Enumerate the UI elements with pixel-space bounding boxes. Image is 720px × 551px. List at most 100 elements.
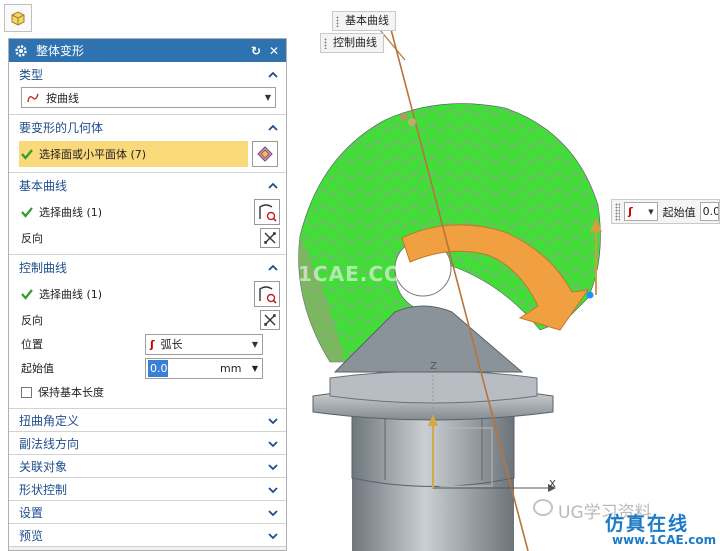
select-faces-button[interactable] bbox=[252, 141, 278, 167]
reverse-direction-icon bbox=[264, 314, 276, 326]
dialog-title-bar[interactable]: 整体变形 ↻ ✕ bbox=[9, 39, 286, 62]
start-value-handle-box: ʃ ▼ 起始值 0.0 bbox=[611, 199, 720, 224]
facet-body-icon bbox=[257, 146, 273, 162]
collapsed-group-title: 关联对象 bbox=[19, 460, 68, 474]
check-icon bbox=[21, 207, 33, 218]
center-watermark: 1CAE.COM bbox=[298, 262, 423, 286]
dropdown-arrow-icon: ▼ bbox=[264, 93, 271, 102]
cube-icon bbox=[11, 11, 25, 26]
position-select[interactable]: ʃ 弧长 ▼ bbox=[145, 333, 263, 355]
control-reverse-button[interactable] bbox=[260, 310, 280, 330]
arc-length-icon: ʃ bbox=[150, 337, 155, 351]
collapsed-groups: 扭曲角定义副法线方向关联对象形状控制设置预览 bbox=[9, 409, 286, 547]
curve-type-icon bbox=[27, 93, 39, 102]
control-reverse-row: 反向 bbox=[9, 308, 286, 332]
collapsed-group-header[interactable]: 设置 bbox=[9, 501, 286, 524]
group-type-header[interactable]: 类型 bbox=[9, 62, 286, 87]
basic-reverse-row: 反向 bbox=[9, 226, 286, 250]
dropdown-arrow-icon: ▼ bbox=[251, 339, 258, 349]
collapsed-group-title: 预览 bbox=[19, 529, 44, 543]
control-select-curve-button[interactable] bbox=[254, 281, 280, 307]
group-type: 类型 按曲线 ▼ bbox=[9, 62, 286, 115]
position-row: 位置 ʃ 弧长 ▼ bbox=[9, 332, 286, 356]
collapsed-group-header[interactable]: 关联对象 bbox=[9, 455, 286, 478]
group-basic-curve-title: 基本曲线 bbox=[19, 179, 68, 193]
group-geometry-header[interactable]: 要变形的几何体 bbox=[9, 115, 286, 140]
chevron-down-icon bbox=[268, 440, 278, 447]
chevron-up-icon bbox=[268, 71, 278, 78]
position-label: 位置 bbox=[21, 338, 43, 351]
keep-length-row[interactable]: 保持基本长度 bbox=[9, 380, 286, 404]
start-value-unit: mm bbox=[220, 361, 242, 375]
unit-dropdown-arrow-icon[interactable]: ▼ bbox=[252, 364, 258, 373]
select-curve-icon bbox=[259, 204, 277, 222]
keep-length-label: 保持基本长度 bbox=[38, 386, 104, 399]
axis-x-label: X bbox=[549, 479, 556, 490]
control-curve-label[interactable]: 控制曲线 bbox=[320, 33, 384, 53]
site-watermark: 仿真在线 bbox=[605, 513, 690, 535]
type-select[interactable]: 按曲线 ▼ bbox=[21, 87, 276, 108]
site-url-watermark: www.1CAE.com bbox=[612, 533, 717, 547]
collapsed-group: 扭曲角定义 bbox=[9, 409, 286, 432]
collapsed-group-header[interactable]: 副法线方向 bbox=[9, 432, 286, 455]
control-select-curve-label: 选择曲线 (1) bbox=[39, 288, 103, 301]
control-reverse-label: 反向 bbox=[21, 314, 43, 327]
reset-icon[interactable]: ↻ bbox=[249, 44, 263, 58]
collapsed-group-header[interactable]: 预览 bbox=[9, 524, 286, 547]
group-control-curve-header[interactable]: 控制曲线 bbox=[9, 255, 286, 280]
close-icon[interactable]: ✕ bbox=[267, 44, 281, 58]
start-handle-point bbox=[586, 291, 594, 299]
collapsed-group-title: 形状控制 bbox=[19, 483, 68, 497]
chevron-up-icon bbox=[268, 182, 278, 189]
collapsed-group: 设置 bbox=[9, 501, 286, 524]
keep-length-checkbox[interactable] bbox=[21, 386, 32, 398]
chevron-down-icon bbox=[268, 463, 278, 470]
collapsed-group: 关联对象 bbox=[9, 455, 286, 478]
group-geometry-title: 要变形的几何体 bbox=[19, 121, 104, 135]
group-basic-curve-header[interactable]: 基本曲线 bbox=[9, 173, 286, 198]
arc-length-icon: ʃ bbox=[628, 205, 633, 218]
group-basic-curve: 基本曲线 选择曲线 (1) 反向 bbox=[9, 173, 286, 255]
collapsed-group-header[interactable]: 扭曲角定义 bbox=[9, 409, 286, 432]
collapsed-group-title: 设置 bbox=[19, 506, 44, 520]
select-faces-row[interactable]: 选择面或小平面体 (7) bbox=[19, 141, 248, 167]
check-icon bbox=[21, 149, 33, 160]
position-select-value: 弧长 bbox=[160, 338, 183, 351]
check-icon bbox=[21, 289, 33, 300]
dialog-title: 整体变形 bbox=[36, 44, 85, 58]
start-value-label: 起始值 bbox=[21, 362, 54, 375]
collapsed-group: 副法线方向 bbox=[9, 432, 286, 455]
collapsed-group: 形状控制 bbox=[9, 478, 286, 501]
chevron-up-icon bbox=[268, 264, 278, 271]
select-curve-icon bbox=[259, 286, 277, 304]
start-value-input[interactable] bbox=[148, 359, 168, 377]
float-start-input[interactable]: 0.0 bbox=[699, 202, 719, 221]
group-control-curve-title: 控制曲线 bbox=[19, 261, 68, 275]
chevron-up-icon bbox=[268, 124, 278, 131]
basic-reverse-button[interactable] bbox=[260, 228, 280, 248]
group-type-title: 类型 bbox=[19, 68, 44, 82]
type-select-value: 按曲线 bbox=[46, 91, 79, 105]
start-value-field: mm ▼ bbox=[145, 357, 263, 379]
basic-reverse-label: 反向 bbox=[21, 232, 43, 245]
global-shaping-dialog: 整体变形 ↻ ✕ 类型 按曲线 ▼ 要变形的几何体 选择面或小平面体 (7) 基… bbox=[8, 38, 287, 551]
collapsed-group-title: 副法线方向 bbox=[19, 437, 80, 451]
axis-z-label: Z bbox=[430, 361, 437, 372]
float-start-label: 起始值 bbox=[662, 205, 696, 219]
group-control-curve: 控制曲线 选择曲线 (1) 反向 位置 ʃ 弧长 ▼ 起始值 0.0 mm ▼ … bbox=[9, 255, 286, 409]
basic-select-curve-row[interactable]: 选择曲线 (1) bbox=[9, 198, 286, 226]
chevron-down-icon bbox=[268, 509, 278, 516]
collapsed-group-header[interactable]: 形状控制 bbox=[9, 478, 286, 501]
basic-select-curve-label: 选择曲线 (1) bbox=[39, 206, 103, 219]
arc-length-dropdown[interactable]: ʃ ▼ bbox=[624, 202, 658, 221]
group-geometry: 要变形的几何体 选择面或小平面体 (7) bbox=[9, 115, 286, 173]
chevron-down-icon bbox=[268, 417, 278, 424]
collapsed-group: 预览 bbox=[9, 524, 286, 547]
select-faces-label: 选择面或小平面体 (7) bbox=[39, 148, 147, 161]
drag-grip[interactable] bbox=[615, 202, 621, 221]
view-cube-button[interactable] bbox=[4, 4, 32, 32]
chevron-down-icon bbox=[268, 532, 278, 539]
control-select-curve-row[interactable]: 选择曲线 (1) bbox=[9, 280, 286, 308]
basic-select-curve-button[interactable] bbox=[254, 199, 280, 225]
basic-curve-label[interactable]: 基本曲线 bbox=[332, 11, 396, 31]
